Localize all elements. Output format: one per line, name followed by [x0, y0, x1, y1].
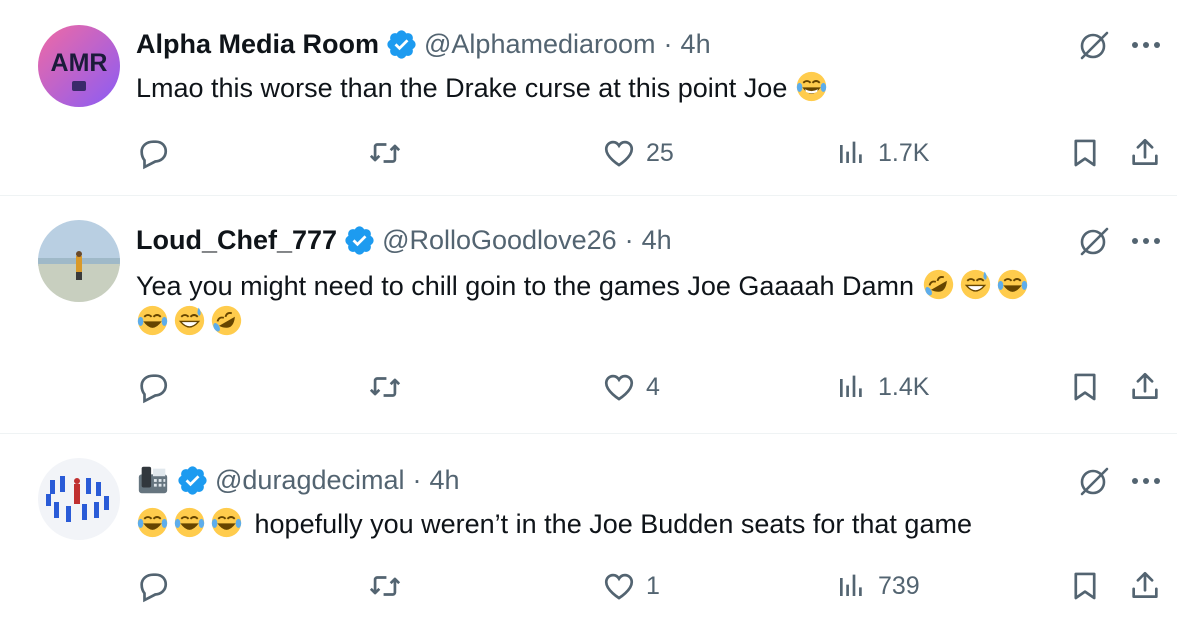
share-icon: [1132, 372, 1158, 399]
like-button[interactable]: 1: [602, 566, 660, 606]
retweet-icon: [369, 143, 401, 163]
reply-icon: [140, 573, 168, 603]
avatar[interactable]: AMR: [38, 25, 120, 107]
grinning-sweat-icon: [174, 305, 205, 336]
verified-badge-icon[interactable]: [343, 224, 376, 257]
separator: ·: [412, 465, 422, 495]
retweet-button[interactable]: [368, 566, 402, 606]
handle[interactable]: @Alphamediaroom: [424, 24, 656, 64]
bookmark-button[interactable]: [1068, 566, 1102, 606]
bookmark-button[interactable]: [1068, 133, 1102, 173]
views-button[interactable]: 739: [836, 566, 920, 606]
handle[interactable]: @RolloGoodlove26: [382, 220, 617, 260]
tweet-text-content: hopefully you weren’t in the Joe Budden …: [254, 509, 972, 539]
views-button[interactable]: 1.7K: [836, 133, 929, 173]
tweet-text-content: Lmao this worse than the Drake curse at …: [136, 73, 788, 103]
like-count: 1: [646, 571, 660, 600]
grok-icon[interactable]: [1077, 28, 1111, 62]
like-count: 4: [646, 372, 660, 401]
bookmark-icon: [1074, 572, 1096, 600]
more-options-icon[interactable]: [1130, 476, 1162, 486]
views-count: 1.4K: [878, 372, 930, 401]
tweet-text: Yea you might need to chill goin to the …: [136, 268, 1136, 340]
handle[interactable]: @duragdecimal: [215, 460, 405, 500]
bookmark-icon: [1074, 373, 1096, 401]
reply-button[interactable]: [136, 566, 170, 606]
tweet-text-content: Yea you might need to chill goin to the …: [136, 271, 915, 301]
more-options-icon[interactable]: [1130, 236, 1162, 246]
retweet-icon: [369, 576, 401, 596]
action-bar: 25 1.7K: [136, 133, 1166, 173]
views-icon: [840, 141, 862, 163]
like-count: 25: [646, 138, 674, 167]
timestamp[interactable]: 4h: [430, 460, 460, 500]
views-count: 1.7K: [878, 138, 930, 167]
tweet-header: Loud_Chef_777 @RolloGoodlove26 · 4h: [136, 220, 672, 260]
heart-icon: [604, 140, 634, 167]
tweet-text: Lmao this worse than the Drake curse at …: [136, 70, 1136, 106]
reply-icon: [140, 140, 168, 170]
display-name[interactable]: Alpha Media Room: [136, 24, 379, 64]
timestamp[interactable]: 4h: [642, 220, 672, 260]
verified-badge-icon[interactable]: [385, 28, 418, 61]
tweet[interactable]: Loud_Chef_777 @RolloGoodlove26 · 4h Yea …: [0, 196, 1177, 434]
like-button[interactable]: 4: [602, 367, 660, 407]
more-options-icon[interactable]: [1130, 40, 1162, 50]
face-with-tears-of-joy-icon: [137, 507, 168, 538]
reply-icon: [140, 374, 168, 404]
views-icon: [840, 574, 862, 596]
timestamp[interactable]: 4h: [681, 24, 711, 64]
separator: ·: [624, 225, 634, 255]
views-count: 739: [878, 571, 920, 600]
action-bar: 4 1.4K: [136, 367, 1166, 407]
reply-button[interactable]: [136, 133, 170, 173]
tweet[interactable]: AMR Alpha Media Room @Alphamediaroom · 4…: [0, 0, 1177, 196]
separator: ·: [663, 29, 673, 59]
tweet-header: @duragdecimal · 4h: [136, 460, 460, 500]
amr-logo-icon: AMR: [51, 49, 108, 91]
face-with-tears-of-joy-icon: [796, 71, 827, 102]
retweet-button[interactable]: [368, 133, 402, 173]
action-bar: 1 739: [136, 566, 1166, 606]
grok-icon[interactable]: [1077, 464, 1111, 498]
share-icon: [1132, 138, 1158, 165]
share-button[interactable]: [1128, 367, 1162, 407]
display-name[interactable]: Loud_Chef_777: [136, 220, 337, 260]
views-icon: [840, 375, 862, 397]
bookmark-button[interactable]: [1068, 367, 1102, 407]
bookmark-icon: [1074, 139, 1096, 167]
heart-icon: [604, 573, 634, 600]
face-with-tears-of-joy-icon: [174, 507, 205, 538]
reply-button[interactable]: [136, 367, 170, 407]
share-button[interactable]: [1128, 566, 1162, 606]
grok-icon[interactable]: [1077, 224, 1111, 258]
views-button[interactable]: 1.4K: [836, 367, 929, 407]
avatar[interactable]: [38, 220, 120, 302]
face-with-tears-of-joy-icon: [997, 269, 1027, 300]
fax-machine-icon: [138, 466, 168, 494]
retweet-button[interactable]: [368, 367, 402, 407]
tweet-text: hopefully you weren’t in the Joe Budden …: [136, 506, 1136, 542]
beach-photo-icon: [38, 220, 120, 302]
heart-icon: [604, 374, 634, 401]
like-button[interactable]: 25: [602, 133, 674, 173]
face-with-tears-of-joy-icon: [211, 507, 242, 538]
verified-badge-icon[interactable]: [176, 464, 209, 497]
retweet-icon: [369, 377, 401, 397]
svg-text:AMR: AMR: [51, 49, 108, 77]
face-with-tears-of-joy-icon: [137, 305, 168, 336]
rolling-on-floor-laughing-icon: [923, 269, 953, 300]
tweet-header: Alpha Media Room @Alphamediaroom · 4h: [136, 24, 711, 64]
rolling-on-floor-laughing-icon: [211, 305, 242, 336]
avatar[interactable]: [38, 458, 120, 540]
grinning-sweat-icon: [960, 269, 990, 300]
share-button[interactable]: [1128, 133, 1162, 173]
tweet[interactable]: @duragdecimal · 4h hopefully you weren’t…: [0, 434, 1177, 628]
share-icon: [1132, 571, 1158, 598]
crowd-figures-icon: [46, 476, 109, 522]
